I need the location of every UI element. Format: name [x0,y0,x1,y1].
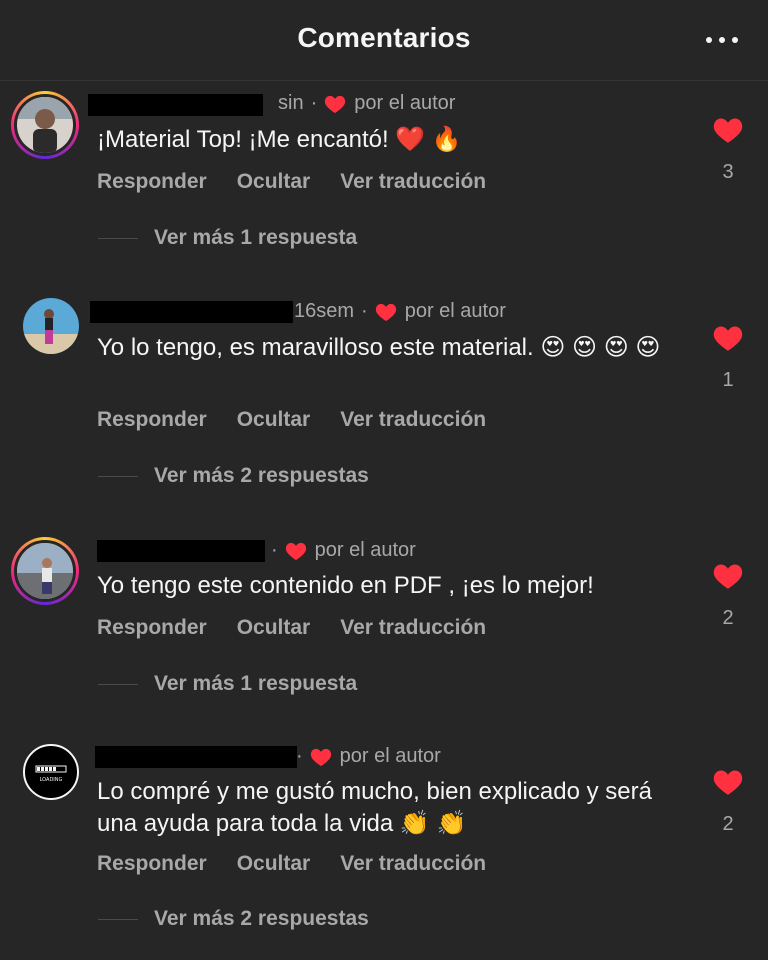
divider [98,683,138,685]
like-control: 2 [710,768,746,836]
reply-button[interactable]: Responder [97,170,207,194]
like-count: 2 [722,813,734,835]
username-redacted [95,746,297,768]
divider [98,475,138,477]
heart-icon[interactable] [712,116,744,144]
view-replies-label: Ver más 1 respuesta [154,672,358,695]
comment-meta: · por el autor [296,745,441,767]
header-bar: Comentarios [0,0,768,81]
liked-by-author-label: por el autor [354,92,456,114]
like-control: 1 [710,324,746,392]
like-count: 1 [722,369,734,391]
comment-meta: 16sem · por el autor [294,300,506,322]
heart-icon[interactable] [712,324,744,352]
hide-button[interactable]: Ocultar [237,170,311,194]
translate-button[interactable]: Ver traducción [340,408,486,432]
heart-icon [375,303,396,321]
comment-meta: · por el autor [271,539,416,561]
comment-actions: Responder Ocultar Ver traducción [97,170,516,194]
comment-text: Lo compré y me gustó mucho, bien explica… [97,778,652,837]
username-redacted [88,94,263,116]
comment-text: ¡Material Top! ¡Me encantó! ❤️ 🔥 [97,126,462,153]
avatar[interactable]: LOADING [23,744,79,800]
heart-icon [325,95,346,113]
view-replies-button[interactable]: Ver más 2 respuestas [98,907,369,931]
heart-icon[interactable] [712,562,744,590]
liked-by-author-label: por el autor [339,745,441,767]
comment-time: 16sem [294,300,355,322]
username-redacted [90,301,293,323]
liked-by-author-label: por el autor [314,539,416,561]
divider [98,237,138,239]
view-replies-label: Ver más 2 respuestas [154,907,369,930]
comment-text: Yo tengo este contenido en PDF , ¡es lo … [97,572,594,599]
username-redacted [97,540,265,562]
reply-button[interactable]: Responder [97,852,207,876]
translate-button[interactable]: Ver traducción [340,616,486,640]
view-replies-label: Ver más 1 respuesta [154,226,358,249]
hide-button[interactable]: Ocultar [237,616,311,640]
avatar[interactable] [23,298,79,354]
page-title: Comentarios [297,22,471,53]
reply-button[interactable]: Responder [97,616,207,640]
comment-time: sin [278,92,304,114]
divider [98,918,138,920]
comment-actions: Responder Ocultar Ver traducción [97,408,516,432]
hide-button[interactable]: Ocultar [237,852,311,876]
reply-button[interactable]: Responder [97,408,207,432]
view-replies-label: Ver más 2 respuestas [154,464,369,487]
like-control: 3 [710,116,746,184]
more-options-icon[interactable] [706,36,738,44]
like-control: 2 [710,562,746,630]
view-replies-button[interactable]: Ver más 1 respuesta [98,226,357,250]
hide-button[interactable]: Ocultar [237,408,311,432]
heart-icon[interactable] [712,768,744,796]
comment-meta: sin · por el autor [278,92,456,114]
comment-text: Yo lo tengo, es maravilloso este materia… [97,334,661,361]
avatar[interactable] [11,537,79,605]
heart-icon [310,748,331,766]
heart-icon [285,542,306,560]
avatar[interactable] [11,91,79,159]
liked-by-author-label: por el autor [404,300,506,322]
like-count: 3 [722,161,734,183]
view-replies-button[interactable]: Ver más 2 respuestas [98,464,369,488]
comment-actions: Responder Ocultar Ver traducción [97,852,516,876]
translate-button[interactable]: Ver traducción [340,852,486,876]
like-count: 2 [722,607,734,629]
view-replies-button[interactable]: Ver más 1 respuesta [98,672,357,696]
avatar-label: LOADING [40,777,63,783]
translate-button[interactable]: Ver traducción [340,170,486,194]
comment-actions: Responder Ocultar Ver traducción [97,616,516,640]
